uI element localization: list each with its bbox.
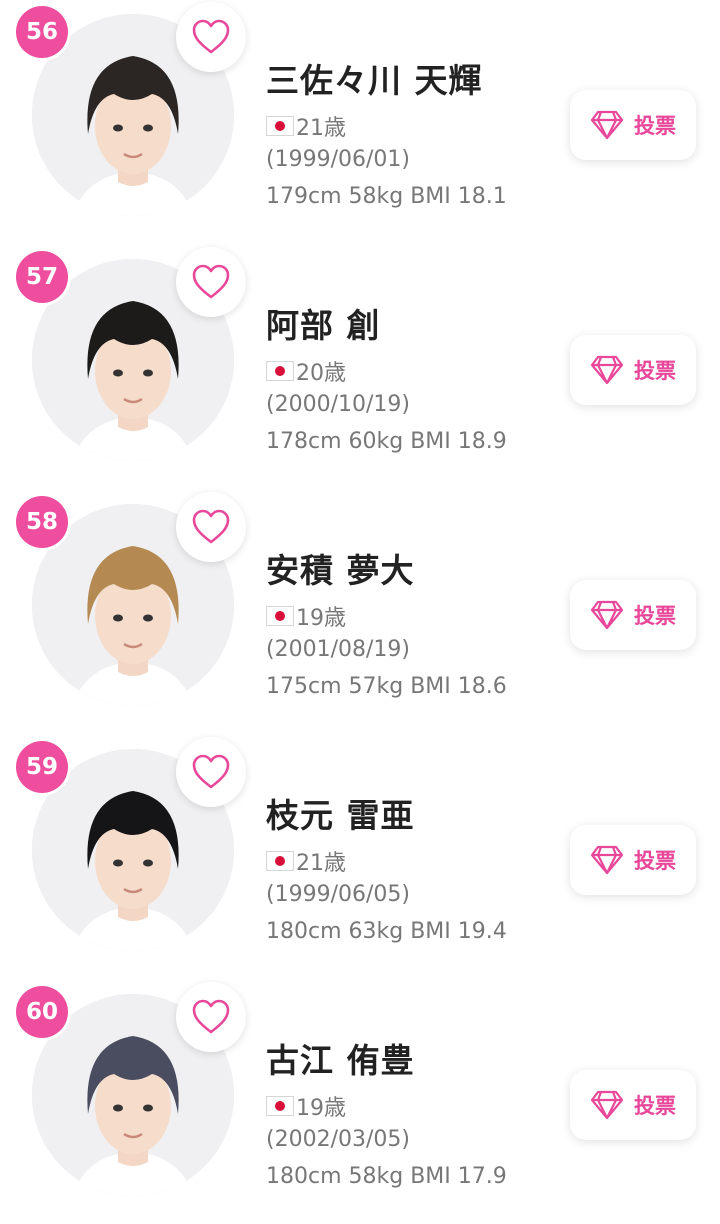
trainee-age: 19歳 (296, 1096, 346, 1121)
trainee-birthdate: (1999/06/01) (266, 147, 410, 172)
trainee-name: 三佐々川 天輝 (266, 61, 483, 100)
rank-badge: 59 (16, 741, 68, 793)
trainee-age: 19歳 (296, 606, 346, 631)
like-button[interactable] (176, 492, 246, 562)
heart-icon (192, 754, 230, 789)
trainee-age: 21歳 (296, 851, 346, 876)
trainee-name: 安積 夢大 (266, 551, 415, 590)
like-button[interactable] (176, 2, 246, 72)
age-line: 21歳 (266, 110, 346, 142)
trainee-row[interactable]: 59 枝元 雷亜 21歳 (1999/06/05) 180cm 63kg BMI… (0, 735, 720, 979)
vote-button-label: 投票 (634, 604, 676, 628)
vote-button[interactable]: 投票 (570, 90, 696, 160)
trainee-row[interactable]: 56 三佐々川 天輝 21歳 (1999/06/01) 179cm 58kg B… (0, 0, 720, 244)
like-button[interactable] (176, 247, 246, 317)
vote-button[interactable]: 投票 (570, 335, 696, 405)
vote-button-label: 投票 (634, 1094, 676, 1118)
vote-button[interactable]: 投票 (570, 580, 696, 650)
trainee-row[interactable]: 60 古江 侑豊 19歳 (2002/03/05) 180cm 58kg BMI… (0, 980, 720, 1224)
trainee-name: 阿部 創 (266, 306, 381, 345)
trainee-age: 20歳 (296, 361, 346, 386)
diamond-icon (590, 355, 624, 385)
vote-button[interactable]: 投票 (570, 825, 696, 895)
age-line: 21歳 (266, 845, 346, 877)
vote-button-label: 投票 (634, 849, 676, 873)
rank-badge: 60 (16, 986, 68, 1038)
trainee-stats: 179cm 58kg BMI 18.1 (266, 184, 507, 209)
japan-flag-icon (266, 851, 294, 871)
rank-badge: 56 (16, 6, 68, 58)
rank-badge: 57 (16, 251, 68, 303)
vote-button-label: 投票 (634, 114, 676, 138)
vote-button-label: 投票 (634, 359, 676, 383)
age-line: 19歳 (266, 600, 346, 632)
japan-flag-icon (266, 1096, 294, 1116)
rank-badge: 58 (16, 496, 68, 548)
trainee-name: 枝元 雷亜 (266, 796, 415, 835)
trainee-age: 21歳 (296, 116, 346, 141)
heart-icon (192, 19, 230, 54)
vote-button[interactable]: 投票 (570, 1070, 696, 1140)
heart-icon (192, 999, 230, 1034)
trainee-stats: 180cm 58kg BMI 17.9 (266, 1164, 507, 1189)
diamond-icon (590, 845, 624, 875)
trainee-list: 56 三佐々川 天輝 21歳 (1999/06/01) 179cm 58kg B… (0, 0, 720, 1200)
trainee-birthdate: (2000/10/19) (266, 392, 410, 417)
diamond-icon (590, 110, 624, 140)
diamond-icon (590, 1090, 624, 1120)
trainee-name: 古江 侑豊 (266, 1041, 415, 1080)
trainee-birthdate: (2002/03/05) (266, 1127, 410, 1152)
heart-icon (192, 509, 230, 544)
age-line: 19歳 (266, 1090, 346, 1122)
trainee-stats: 175cm 57kg BMI 18.6 (266, 674, 507, 699)
japan-flag-icon (266, 116, 294, 136)
trainee-birthdate: (1999/06/05) (266, 882, 410, 907)
trainee-stats: 178cm 60kg BMI 18.9 (266, 429, 507, 454)
trainee-birthdate: (2001/08/19) (266, 637, 410, 662)
trainee-row[interactable]: 57 阿部 創 20歳 (2000/10/19) 178cm 60kg BMI … (0, 245, 720, 489)
trainee-row[interactable]: 58 安積 夢大 19歳 (2001/08/19) 175cm 57kg BMI… (0, 490, 720, 734)
japan-flag-icon (266, 606, 294, 626)
diamond-icon (590, 600, 624, 630)
age-line: 20歳 (266, 355, 346, 387)
trainee-stats: 180cm 63kg BMI 19.4 (266, 919, 507, 944)
like-button[interactable] (176, 737, 246, 807)
heart-icon (192, 264, 230, 299)
like-button[interactable] (176, 982, 246, 1052)
japan-flag-icon (266, 361, 294, 381)
